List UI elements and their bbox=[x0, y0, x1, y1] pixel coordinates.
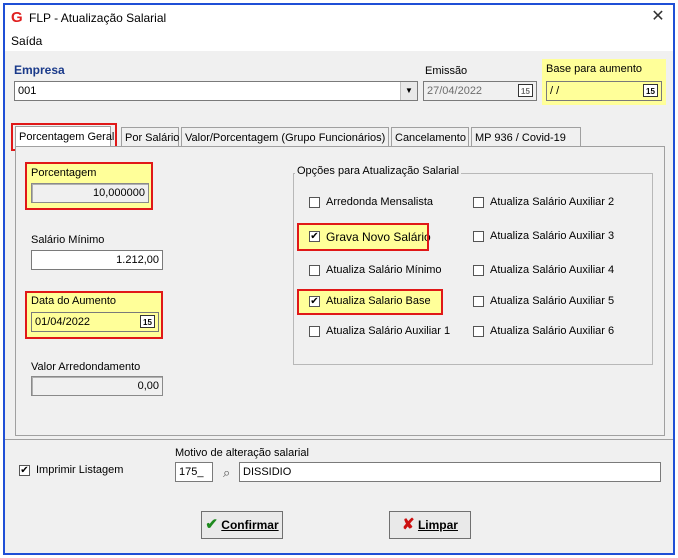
emissao-field: 27/04/2022 15 bbox=[423, 81, 537, 101]
tab-cancelamento[interactable]: Cancelamento bbox=[391, 127, 469, 147]
tab-mp936-covid[interactable]: MP 936 / Covid-19 bbox=[471, 127, 581, 147]
checkbox[interactable] bbox=[473, 296, 484, 307]
emissao-label: Emissão bbox=[425, 65, 468, 77]
limpar-button[interactable]: ✘ Limpar bbox=[389, 511, 471, 539]
close-icon[interactable]: ✕ bbox=[649, 8, 667, 26]
option-label: Atualiza Salário Mínimo bbox=[326, 264, 442, 276]
limpar-label: Limpar bbox=[417, 518, 458, 532]
divider bbox=[5, 439, 673, 440]
motivo-text-field[interactable]: DISSIDIO bbox=[239, 462, 661, 482]
annotation-box bbox=[297, 223, 429, 251]
dialog-window: G FLP - Atualização Salarial ✕ Saída Emp… bbox=[3, 3, 675, 555]
x-icon: ✘ bbox=[402, 516, 415, 533]
checkbox[interactable] bbox=[309, 197, 320, 208]
salario-minimo-label: Salário Mínimo bbox=[31, 234, 105, 246]
option-label: Atualiza Salário Auxiliar 1 bbox=[326, 325, 451, 337]
motivo-code-value: 175_ bbox=[179, 466, 204, 478]
motivo-label: Motivo de alteração salarial bbox=[175, 447, 309, 459]
valor-arredondamento-value: 0,00 bbox=[137, 380, 159, 392]
tab-valor-porcentagem[interactable]: Valor/Porcentagem (Grupo Funcionários) bbox=[181, 127, 389, 147]
motivo-text-value: DISSIDIO bbox=[243, 466, 292, 478]
checkbox[interactable] bbox=[473, 265, 484, 276]
empresa-dropdown[interactable]: 001 ▼ bbox=[14, 81, 418, 101]
imprimir-listagem-label: Imprimir Listagem bbox=[36, 464, 124, 476]
checkbox[interactable] bbox=[473, 326, 484, 337]
valor-arredondamento-label: Valor Arredondamento bbox=[31, 361, 141, 373]
options-group-title: Opções para Atualização Salarial bbox=[295, 165, 462, 177]
tab-label: Valor/Porcentagem (Grupo Funcionários) bbox=[185, 132, 386, 144]
empresa-value: 001 bbox=[18, 85, 37, 97]
empresa-label: Empresa bbox=[14, 63, 65, 77]
confirmar-label: Confirmar bbox=[221, 518, 279, 532]
checkbox[interactable] bbox=[473, 197, 484, 208]
tab-label: Cancelamento bbox=[395, 132, 466, 144]
calendar-icon[interactable]: 15 bbox=[643, 84, 658, 97]
valor-arredondamento-field: 0,00 bbox=[31, 376, 163, 396]
app-logo-icon: G bbox=[11, 9, 23, 26]
calendar-icon[interactable]: 15 bbox=[518, 84, 533, 97]
checkbox[interactable] bbox=[309, 265, 320, 276]
base-aumento-label: Base para aumento bbox=[546, 63, 643, 75]
checkmark-icon: ✔ bbox=[205, 516, 218, 533]
option-label: Arredonda Mensalista bbox=[326, 196, 434, 208]
checkbox[interactable] bbox=[309, 326, 320, 337]
chevron-down-icon[interactable]: ▼ bbox=[400, 82, 417, 100]
binoculars-icon[interactable]: ⌕ bbox=[223, 465, 230, 481]
option-label: Atualiza Salário Auxiliar 2 bbox=[490, 196, 615, 208]
emissao-value: 27/04/2022 bbox=[427, 85, 483, 97]
menu-item-saida[interactable]: Saída bbox=[11, 34, 42, 48]
tab-label: MP 936 / Covid-19 bbox=[475, 132, 566, 144]
option-label: Atualiza Salário Auxiliar 3 bbox=[490, 230, 615, 242]
check-icon: ✔ bbox=[20, 465, 29, 476]
tab-por-salario[interactable]: Por Salário bbox=[121, 127, 179, 147]
annotation-box bbox=[25, 291, 163, 339]
option-label: Atualiza Salário Auxiliar 6 bbox=[490, 325, 615, 337]
salario-minimo-field[interactable]: 1.212,00 bbox=[31, 250, 163, 270]
checkbox[interactable] bbox=[473, 231, 484, 242]
menu-bar: Saída bbox=[5, 31, 673, 51]
base-aumento-field[interactable]: / / 15 bbox=[546, 81, 662, 101]
motivo-code-field[interactable]: 175_ bbox=[175, 462, 213, 482]
annotation-box bbox=[25, 162, 153, 210]
tab-label: Por Salário bbox=[125, 132, 180, 144]
title-bar: G FLP - Atualização Salarial ✕ bbox=[5, 5, 673, 31]
window-title: FLP - Atualização Salarial bbox=[29, 11, 167, 25]
salario-minimo-value: 1.212,00 bbox=[116, 254, 159, 266]
annotation-box bbox=[297, 289, 443, 315]
confirmar-button[interactable]: ✔ Confirmar bbox=[201, 511, 283, 539]
option-label: Atualiza Salário Auxiliar 4 bbox=[490, 264, 615, 276]
base-aumento-value: / / bbox=[550, 85, 560, 97]
checkbox[interactable]: ✔ bbox=[19, 465, 30, 476]
option-label: Atualiza Salário Auxiliar 5 bbox=[490, 295, 615, 307]
